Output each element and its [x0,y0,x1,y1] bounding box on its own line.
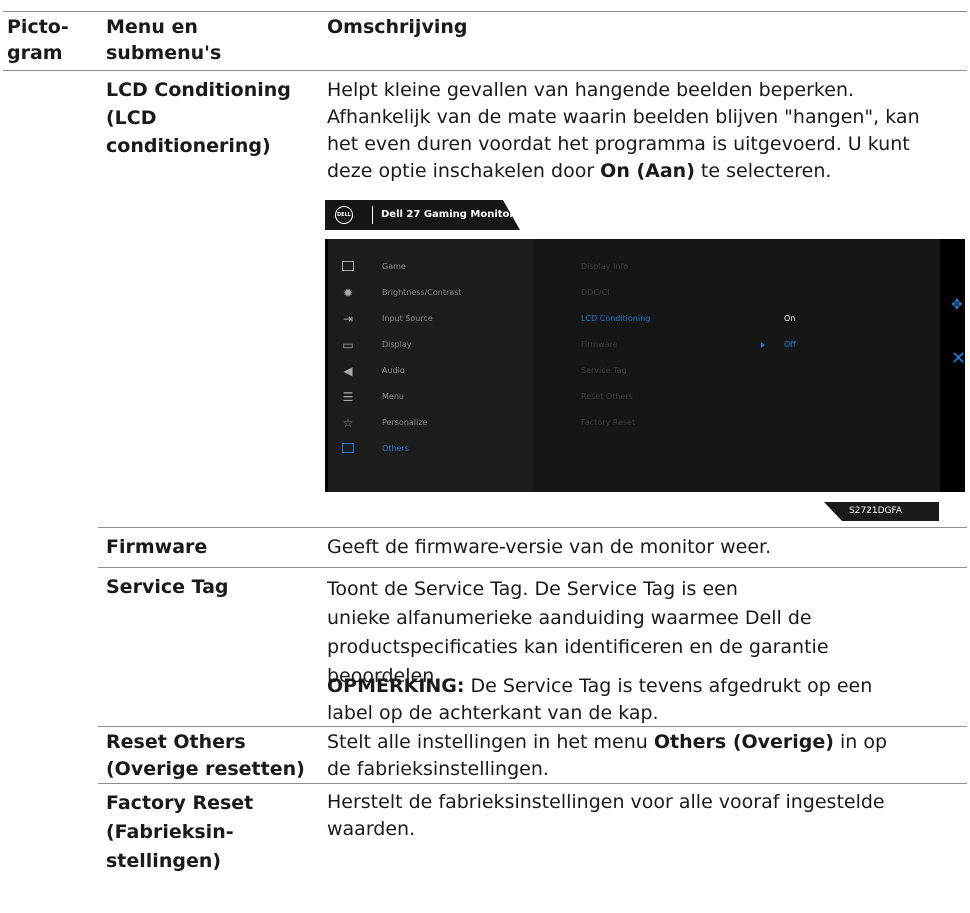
osd-menu-item-audio[interactable]: ◀ Audio [328,360,533,382]
note-label: OPMERKING: [327,675,465,697]
desc-reset-line2: de fabrieksinstellingen. [327,758,549,780]
term-factory-line3: stellingen) [106,850,222,872]
close-icon[interactable]: ✕ [951,350,966,368]
model-tab: S2721DGFA [824,502,939,521]
header-menu: Menu en submenu's [106,14,221,66]
osd-menu-label: Menu [382,392,404,401]
osd-title-separator [372,206,373,224]
osd-screenshot: DELL Dell 27 Gaming Monitor Game ✹ Brigh… [325,200,966,525]
header-pictogram-line2: gram [7,42,63,64]
osd-menu-label: Personalize [382,418,428,427]
term-lcd-line1: LCD Conditioning [106,79,291,101]
term-factory-line1: Factory Reset [106,792,254,814]
row-rule-reset-others-bottom [98,783,967,784]
osd-menu-label: Others [382,444,409,453]
desc-reset-line1: Stelt alle instellingen in het menu Othe… [327,729,967,756]
term-service-tag: Service Tag [106,576,229,598]
desc-lcd-conditioning: Helpt kleine gevallen van hangende beeld… [327,77,967,185]
term-lcd-line3: conditionering) [106,135,271,157]
table-header-rule [3,70,967,71]
osd-menu-item-game[interactable]: Game [328,256,533,278]
game-icon [341,260,355,274]
osd-menu-item-display[interactable]: ▭ Display [328,334,533,356]
osd-menu-item-personalize[interactable]: ☆ Personalize [328,412,533,434]
osd-menu-label: Audio [382,366,405,375]
star-icon: ☆ [342,416,354,430]
osd-title-tab: DELL Dell 27 Gaming Monitor [325,200,520,230]
desc-lcd-line3: het even duren voordat het programma is … [327,133,910,155]
term-reset-line2: (Overige resetten) [106,758,305,780]
osd-menu-item-input-source[interactable]: ⇥ Input Source [328,308,533,330]
note-line1-text: De Service Tag is tevens afgedrukt op ee… [464,675,873,697]
term-reset-others: Reset Others (Overige resetten) [106,729,316,783]
dell-logo: DELL [335,206,353,224]
osd-submenu: Display Info DDC/CI LCD Conditioning Fir… [533,239,940,492]
desc-firmware: Geeft de firmware-versie van de monitor … [327,536,772,558]
osd-submenu-ddc-ci[interactable]: DDC/CI [581,287,610,299]
osd-submenu-factory-reset[interactable]: Factory Reset [581,417,635,429]
desc-reset-others: Stelt alle instellingen in het menu Othe… [327,729,967,783]
desc-factory-line1: Herstelt de fabrieksinstellingen voor al… [327,791,885,813]
desc-factory-line2: waarden. [327,818,416,840]
desc-lcd-line1: Helpt kleine gevallen van hangende beeld… [327,79,855,101]
osd-submenu-service-tag[interactable]: Service Tag [581,365,627,377]
selection-arrow-icon [761,342,765,348]
osd-menu-item-brightness[interactable]: ✹ Brightness/Contrast [328,282,533,304]
osd-menu-item-menu[interactable]: ☰ Menu [328,386,533,408]
desc-reset-bold: Others (Overige) [653,731,834,753]
desc-reset-post: in op [833,731,888,753]
osd-submenu-display-info[interactable]: Display Info [581,261,628,273]
osd-menu-label: Display [382,340,412,349]
joystick-icon[interactable]: ✥ [951,298,963,312]
note-line1: OPMERKING: De Service Tag is tevens afge… [327,673,967,700]
osd-submenu-firmware[interactable]: Firmware [581,339,618,351]
term-firmware: Firmware [106,536,208,558]
osd-submenu-reset-others[interactable]: Reset Others [581,391,633,403]
header-pictogram-line1: Picto- [7,16,69,38]
desc-factory-reset: Herstelt de fabrieksinstellingen voor al… [327,789,967,843]
desc-service-line2: unieke alfanumerieke aanduiding waarmee … [327,607,812,629]
header-menu-line1: Menu en [106,16,198,38]
osd-menu-label: Game [382,262,406,271]
osd-option-off[interactable]: Off [784,339,796,351]
model-label: S2721DGFA [849,506,903,516]
desc-lcd-line4: deze optie inschakelen door On (Aan) te … [327,158,967,185]
term-reset-line1: Reset Others [106,731,246,753]
desc-service-line3: productspecificaties kan identificeren e… [327,636,829,658]
others-icon [341,442,355,456]
term-lcd-line2: (LCD [106,107,157,129]
header-pictogram: Picto- gram [7,14,69,66]
display-icon: ▭ [342,338,354,352]
osd-menu-label: Input Source [382,314,433,323]
desc-lcd-line4-pre: deze optie inschakelen door [327,160,601,182]
audio-icon: ◀ [343,364,353,378]
header-description: Omschrijving [327,16,468,38]
table-top-rule [3,11,967,12]
brightness-icon: ✹ [342,286,354,300]
row-rule-firmware-bottom [98,567,967,568]
input-source-icon: ⇥ [342,312,354,326]
menu-icon: ☰ [342,390,354,404]
osd-submenu-lcd-conditioning[interactable]: LCD Conditioning [581,313,650,325]
note-service-tag: OPMERKING: De Service Tag is tevens afge… [327,673,967,727]
term-factory-line2: (Fabrieksin- [106,821,234,843]
osd-menu-label: Brightness/Contrast [382,288,462,297]
desc-lcd-line4-post: te selecteren. [694,160,832,182]
header-menu-line2: submenu's [106,42,222,64]
term-lcd-conditioning: LCD Conditioning (LCD conditionering) [106,76,316,160]
row-rule-lcd-bottom [98,527,967,528]
osd-main-menu: Game ✹ Brightness/Contrast ⇥ Input Sourc… [328,239,533,492]
osd-option-on[interactable]: On [784,313,795,325]
desc-service-line1: Toont de Service Tag. De Service Tag is … [327,578,738,600]
desc-lcd-line2: Afhankelijk van de mate waarin beelden b… [327,106,920,128]
note-line2: label op de achterkant van de kap. [327,702,659,724]
osd-panel: Game ✹ Brightness/Contrast ⇥ Input Sourc… [325,239,965,492]
osd-title: Dell 27 Gaming Monitor [381,209,515,220]
term-factory-reset: Factory Reset (Fabrieksin- stellingen) [106,789,316,876]
desc-reset-pre: Stelt alle instellingen in het menu [327,731,654,753]
desc-lcd-line4-bold: On (Aan) [600,160,695,182]
osd-menu-item-others[interactable]: Others [328,438,533,460]
